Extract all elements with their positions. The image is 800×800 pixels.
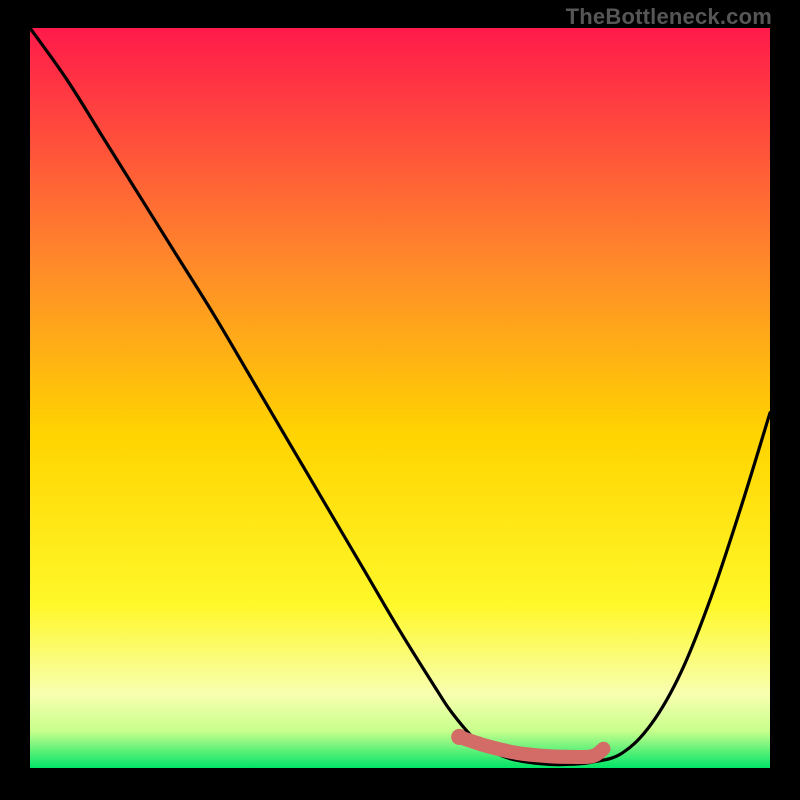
attribution-text: TheBottleneck.com [566, 4, 772, 30]
chart-area [30, 28, 770, 768]
chart-svg [30, 28, 770, 768]
gradient-background [30, 28, 770, 768]
optimal-start-dot [451, 729, 467, 745]
